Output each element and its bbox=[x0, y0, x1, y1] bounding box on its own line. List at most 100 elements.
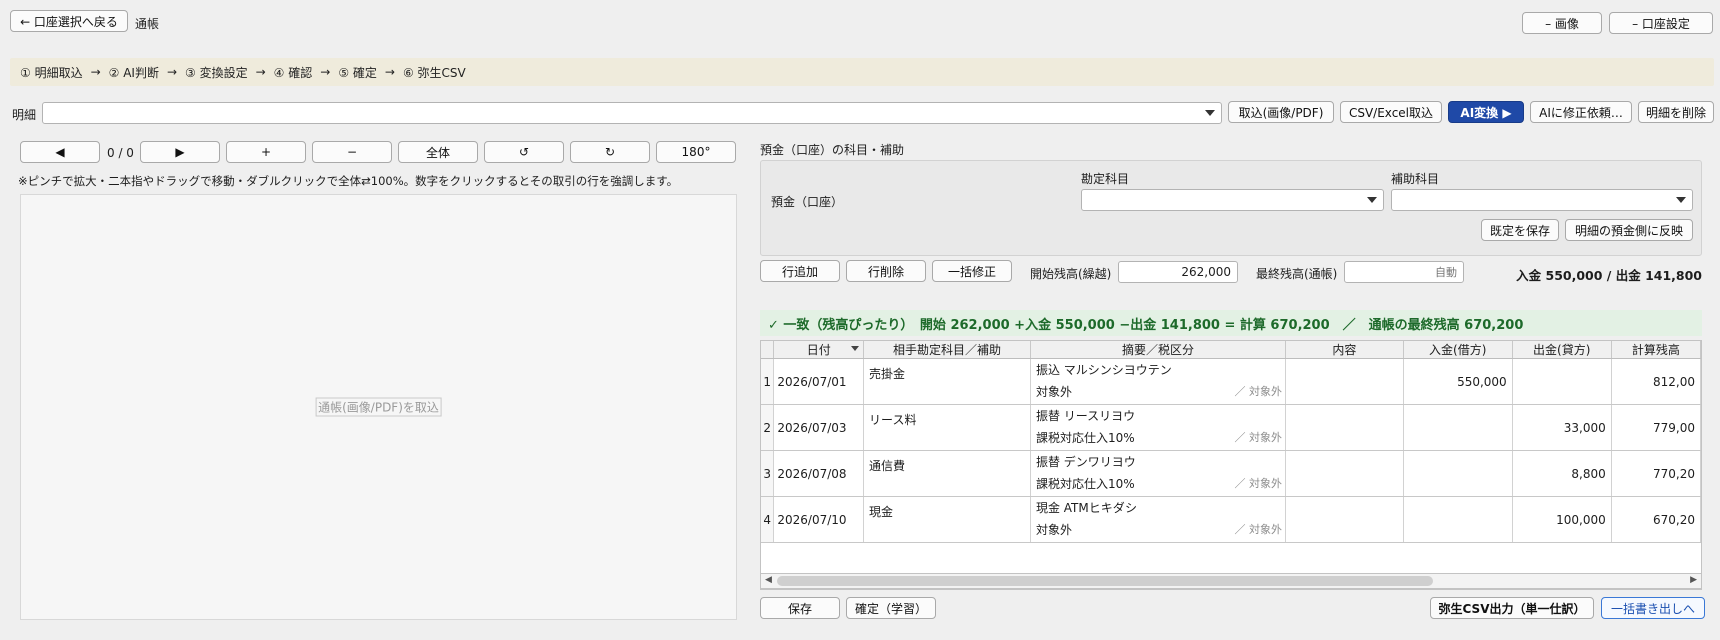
counter-account-cell[interactable]: 通信費 bbox=[863, 450, 1031, 497]
counter-account-column-header[interactable]: 相手勘定科目／補助 bbox=[863, 341, 1031, 359]
description-text: 現金 ATMヒキダシ bbox=[1035, 501, 1137, 515]
counter-account-cell[interactable]: 現金 bbox=[863, 496, 1031, 543]
withdrawal-cell[interactable]: 100,000 bbox=[1512, 496, 1612, 543]
account-panel: 預金（口座） 勘定科目 補助科目 既定を保存 明細の預金側に反映 bbox=[760, 160, 1702, 256]
step-arrow-icon: → bbox=[166, 65, 178, 79]
back-to-account-select-button[interactable]: ← 口座選択へ戻る bbox=[10, 10, 128, 32]
chevron-down-icon bbox=[1367, 197, 1377, 203]
confirm-learn-button[interactable]: 確定（学習） bbox=[846, 597, 936, 619]
withdrawal-cell[interactable]: 8,800 bbox=[1512, 450, 1612, 497]
account-settings-button[interactable]: – 口座設定 bbox=[1609, 12, 1713, 34]
table-row[interactable]: 3 2026/07/08 通信費 振替 デンワリヨウ 課税対応仕入10% ／ 対象外 8,8… bbox=[761, 450, 1701, 497]
zoom-out-button[interactable]: − bbox=[312, 141, 392, 163]
date-cell[interactable]: 2026/07/01 bbox=[773, 358, 865, 405]
apply-to-deposit-button[interactable]: 明細の預金側に反映 bbox=[1565, 219, 1693, 241]
row-number: 3 bbox=[761, 450, 775, 497]
balance-cell: 670,20 bbox=[1611, 496, 1701, 543]
description-text: 振替 リースリヨウ bbox=[1035, 409, 1136, 423]
zoom-in-button[interactable]: + bbox=[226, 141, 306, 163]
content-cell[interactable] bbox=[1285, 496, 1404, 543]
ai-fix-request-button[interactable]: AIに修正依頼… bbox=[1530, 101, 1632, 123]
viewer-placeholder: 通帳(画像/PDF)を取込 bbox=[315, 397, 442, 417]
deposit-cell[interactable]: 550,000 bbox=[1403, 358, 1513, 405]
workflow-step: ① 明細取込 bbox=[20, 65, 83, 80]
image-viewer[interactable]: 通帳(画像/PDF)を取込 bbox=[20, 194, 737, 620]
bulk-export-button[interactable]: 一括書き出しへ bbox=[1601, 597, 1705, 619]
rotate-right-button[interactable]: ↻ bbox=[570, 141, 650, 163]
balance-cell: 779,00 bbox=[1611, 404, 1701, 451]
page-indicator: 0 / 0 bbox=[107, 146, 134, 160]
content-cell[interactable] bbox=[1285, 404, 1404, 451]
description-cell[interactable]: 振込 マルシンシヨウテン 対象外 ／ 対象外 bbox=[1030, 358, 1286, 405]
add-row-button[interactable]: 行追加 bbox=[760, 260, 840, 282]
rotate-180-button[interactable]: 180° bbox=[656, 141, 736, 163]
row-number: 4 bbox=[761, 496, 775, 543]
content-cell[interactable] bbox=[1285, 358, 1404, 405]
workflow-steps: ① 明細取込 → ② AI判断 → ③ 変換設定 → ④ 確認 → ⑤ 確定 → ⑥ 弥生CSV bbox=[10, 58, 1714, 86]
scrollbar-thumb[interactable] bbox=[777, 576, 1433, 586]
yayoi-csv-export-button[interactable]: 弥生CSV出力（単一仕訳） bbox=[1430, 597, 1594, 619]
withdrawal-cell[interactable] bbox=[1512, 358, 1612, 405]
deposit-cell[interactable] bbox=[1403, 404, 1513, 451]
closing-balance-label: 最終残高(通帳) bbox=[1256, 267, 1338, 281]
chevron-down-icon bbox=[1676, 197, 1686, 203]
workflow-step: ② AI判断 bbox=[108, 65, 159, 80]
balance-column-header[interactable]: 計算残高 bbox=[1611, 341, 1701, 359]
content-cell[interactable] bbox=[1285, 450, 1404, 497]
description-cell[interactable]: 現金 ATMヒキダシ 対象外 ／ 対象外 bbox=[1030, 496, 1286, 543]
rotate-left-button[interactable]: ↺ bbox=[484, 141, 564, 163]
page-title: 通帳 bbox=[135, 17, 160, 31]
tax-category-text: 課税対応仕入10% bbox=[1035, 477, 1135, 491]
opening-balance-input[interactable]: 262,000 bbox=[1118, 261, 1238, 283]
tax-note-text: ／ 対象外 bbox=[1234, 477, 1282, 490]
ai-convert-button[interactable]: AI変換 ▶ bbox=[1448, 101, 1524, 123]
withdrawal-column-header[interactable]: 出金(貸方) bbox=[1512, 341, 1612, 359]
date-header-label: 日付 bbox=[806, 343, 831, 357]
counter-account-cell[interactable]: 売掛金 bbox=[863, 358, 1031, 405]
account-section-title: 預金（口座）の科目・補助 bbox=[760, 143, 905, 157]
chevron-down-icon bbox=[1205, 110, 1215, 116]
save-default-button[interactable]: 既定を保存 bbox=[1481, 219, 1559, 241]
tax-note-text: ／ 対象外 bbox=[1234, 523, 1282, 536]
prev-page-button[interactable]: ◀ bbox=[20, 141, 100, 163]
table-row[interactable]: 2 2026/07/03 リース料 振替 リースリヨウ 課税対応仕入10% ／ 対象外 33… bbox=[761, 404, 1701, 451]
description-column-header[interactable]: 摘要／税区分 bbox=[1030, 341, 1286, 359]
description-cell[interactable]: 振替 デンワリヨウ 課税対応仕入10% ／ 対象外 bbox=[1030, 450, 1286, 497]
table-row[interactable]: 4 2026/07/10 現金 現金 ATMヒキダシ 対象外 ／ 対象外 100,000 67… bbox=[761, 496, 1701, 543]
deposit-column-header[interactable]: 入金(借方) bbox=[1403, 341, 1513, 359]
detail-select[interactable] bbox=[42, 102, 1222, 124]
fit-all-button[interactable]: 全体 bbox=[398, 141, 478, 163]
next-page-button[interactable]: ▶ bbox=[140, 141, 220, 163]
content-column-header[interactable]: 内容 bbox=[1285, 341, 1404, 359]
description-text: 振替 デンワリヨウ bbox=[1035, 455, 1136, 469]
delete-row-button[interactable]: 行削除 bbox=[846, 260, 926, 282]
deposit-cell[interactable] bbox=[1403, 496, 1513, 543]
horizontal-scrollbar[interactable]: ◀ ▶ bbox=[760, 573, 1702, 589]
totals-text: 入金 550,000 / 出金 141,800 bbox=[1516, 268, 1702, 283]
delete-detail-button[interactable]: 明細を削除 bbox=[1638, 101, 1714, 123]
viewer-hint: ※ピンチで拡大・二本指やドラッグで移動・ダブルクリックで全体⇄100%。数字をク… bbox=[18, 174, 679, 188]
import-csv-excel-button[interactable]: CSV/Excel取込 bbox=[1340, 101, 1442, 123]
account-label: 勘定科目 bbox=[1081, 172, 1130, 186]
image-toggle-button[interactable]: – 画像 bbox=[1522, 12, 1602, 34]
date-cell[interactable]: 2026/07/03 bbox=[773, 404, 865, 451]
account-select[interactable] bbox=[1081, 189, 1384, 211]
table-row[interactable]: 1 2026/07/01 売掛金 振込 マルシンシヨウテン 対象外 ／ 対象外 550,00… bbox=[761, 358, 1701, 405]
sub-account-select[interactable] bbox=[1391, 189, 1693, 211]
bulk-edit-button[interactable]: 一括修正 bbox=[932, 260, 1012, 282]
closing-balance-input[interactable] bbox=[1344, 261, 1464, 283]
save-button[interactable]: 保存 bbox=[760, 597, 840, 619]
description-cell[interactable]: 振替 リースリヨウ 課税対応仕入10% ／ 対象外 bbox=[1030, 404, 1286, 451]
deposit-cell[interactable] bbox=[1403, 450, 1513, 497]
date-cell[interactable]: 2026/07/10 bbox=[773, 496, 865, 543]
date-cell[interactable]: 2026/07/08 bbox=[773, 450, 865, 497]
balance-cell: 812,00 bbox=[1611, 358, 1701, 405]
counter-account-cell[interactable]: リース料 bbox=[863, 404, 1031, 451]
date-column-header[interactable]: 日付 bbox=[773, 341, 865, 359]
row-number: 2 bbox=[761, 404, 775, 451]
tax-note-text: ／ 対象外 bbox=[1234, 431, 1282, 444]
withdrawal-cell[interactable]: 33,000 bbox=[1512, 404, 1612, 451]
import-image-pdf-button[interactable]: 取込(画像/PDF) bbox=[1228, 101, 1334, 123]
scroll-left-icon[interactable]: ◀ bbox=[765, 575, 772, 585]
scroll-right-icon[interactable]: ▶ bbox=[1690, 575, 1697, 585]
